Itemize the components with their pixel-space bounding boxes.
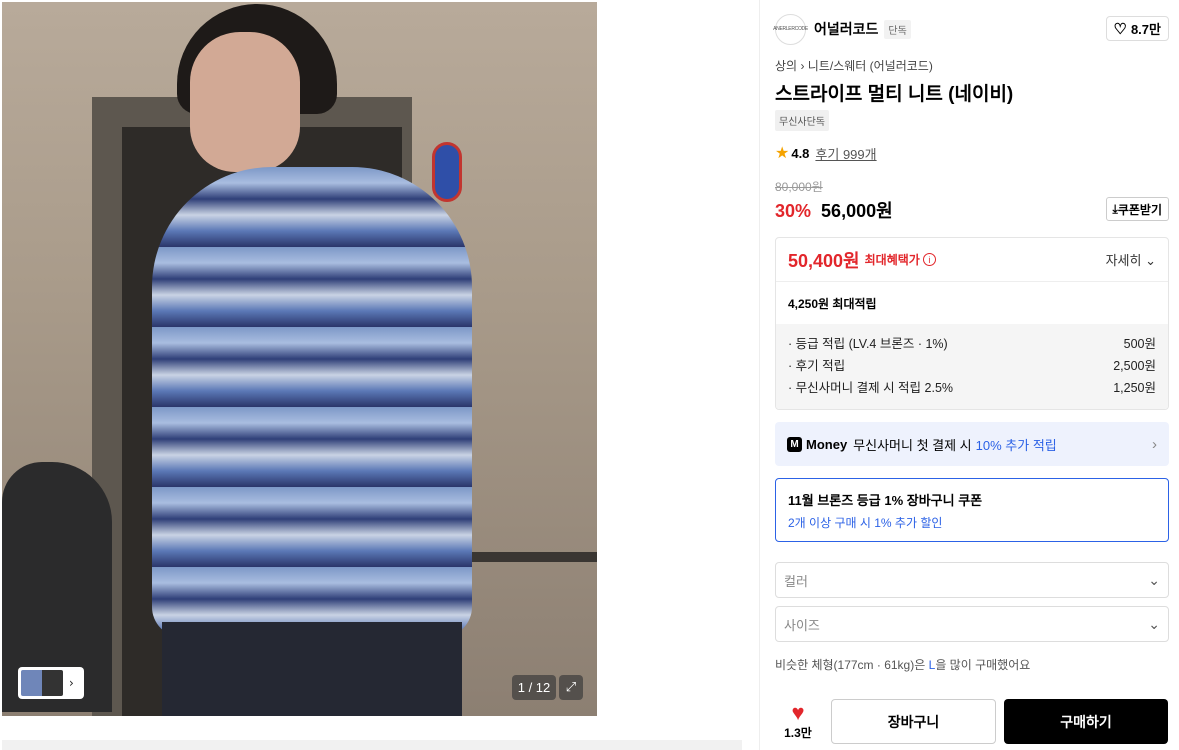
points-row-value: 1,250원: [1113, 381, 1156, 395]
cart-button[interactable]: 장바구니: [831, 699, 996, 744]
points-row-label: · 등급 적립 (LV.4 브론즈 · 1%): [788, 337, 948, 351]
money-promo-banner[interactable]: M Money 무신사머니 첫 결제 시 10% 추가 적립 ›: [775, 422, 1169, 466]
brand-like-button[interactable]: ♡ 8.7만: [1105, 16, 1169, 41]
breadcrumb: 상의 › 니트/스웨터 (어널러코드): [775, 57, 933, 74]
brand-row: ANERLERCODE 어널러코드 단독 ♡ 8.7만: [773, 13, 1169, 45]
divider: [759, 0, 760, 750]
chevron-down-icon: ⌄: [1148, 571, 1160, 588]
benefit-box: 50,400원 최대혜택가 i 자세히 ⌄ 4,250원 최대적립 · 등급 적…: [775, 237, 1169, 410]
color-select-label: 컬러: [784, 573, 808, 589]
color-select[interactable]: 컬러 ⌄: [775, 562, 1169, 598]
money-promo-text: 무신사머니 첫 결제 시: [853, 437, 972, 453]
points-row: · 무신사머니 결제 시 적립 2.5% 1,250원: [788, 377, 1156, 399]
money-logo-icon: M: [787, 436, 802, 452]
discount-rate: 30%: [775, 201, 812, 221]
size-select-label: 사이즈: [784, 617, 820, 633]
exclusive-tag: 무신사단독: [775, 110, 829, 131]
detail-toggle[interactable]: 자세히 ⌄: [1106, 250, 1156, 269]
product-image[interactable]: [2, 2, 597, 716]
sale-price: 56,000원: [821, 201, 893, 221]
points-row-label: · 무신사머니 결제 시 적립 2.5%: [788, 381, 954, 395]
image-counter: 1 / 12: [512, 675, 556, 700]
similar-body-pre: 비슷한 체형(177cm · 61kg)은: [775, 658, 926, 672]
points-breakdown: · 등급 적립 (LV.4 브론즈 · 1%) 500원 · 후기 적립 2,5…: [776, 324, 1168, 409]
points-row: · 등급 적립 (LV.4 브론즈 · 1%) 500원: [788, 333, 1156, 355]
breadcrumb-item-top[interactable]: 상의: [775, 59, 797, 73]
thumbnail-image[interactable]: [21, 670, 63, 696]
rating-score: 4.8: [791, 145, 810, 161]
similar-body-hint: 비슷한 체형(177cm · 61kg)은 L을 많이 구매했어요: [775, 656, 1030, 673]
brand-name[interactable]: 어널러코드: [814, 19, 878, 39]
points-row-label: · 후기 적립: [788, 359, 846, 373]
like-count: 1.3만: [784, 726, 812, 740]
product-title: 스트라이프 멀티 니트 (네이비): [775, 84, 1014, 105]
chevron-down-icon: ⌄: [1145, 253, 1156, 268]
original-price: 80,000원: [775, 180, 823, 194]
grade-coupon-sub: 2개 이상 구매 시 1% 추가 할인: [788, 516, 943, 530]
points-row: · 후기 적립 2,500원: [788, 355, 1156, 377]
star-icon: ★: [775, 145, 790, 162]
brand-logo[interactable]: ANERLERCODE: [773, 13, 808, 45]
heart-outline-icon: ♡: [1113, 20, 1127, 38]
points-total: 4,250원 최대적립: [788, 296, 877, 311]
breadcrumb-item-knit[interactable]: 니트/스웨터 (어널러코드): [808, 59, 933, 73]
heart-icon: ♥: [791, 700, 805, 725]
photo-street-sign: [432, 142, 462, 202]
exclusive-badge: 단독: [884, 19, 911, 39]
coupon-button-label: 쿠폰받기: [1117, 202, 1162, 217]
tab-bar-strip: [2, 740, 742, 750]
detail-toggle-label: 자세히: [1105, 253, 1142, 268]
chevron-right-icon: ›: [1152, 435, 1157, 453]
points-row-value: 500원: [1123, 337, 1156, 351]
info-icon[interactable]: i: [922, 253, 936, 266]
chevron-right-icon: ›: [800, 59, 808, 73]
price-row: 30% 56,000원: [775, 197, 893, 223]
action-bar: ♥ 1.3만 장바구니 구매하기: [775, 699, 1169, 744]
max-benefit-price: 50,400원: [788, 250, 860, 271]
coupon-button[interactable]: ⤓ 쿠폰받기: [1105, 197, 1169, 221]
model-face: [190, 32, 300, 172]
model-sweater: [152, 167, 472, 637]
brand-like-count: 8.7만: [1130, 22, 1161, 37]
grade-coupon-title: 11월 브론즈 등급 1% 장바구니 쿠폰: [788, 493, 983, 508]
rating-row: ★ 4.8 후기 999개: [775, 143, 877, 163]
max-benefit-label: 최대혜택가: [864, 253, 920, 267]
expand-icon[interactable]: ⤢: [559, 675, 583, 700]
thumbnail-strip[interactable]: ›: [18, 667, 84, 699]
buy-button[interactable]: 구매하기: [1004, 699, 1168, 744]
grade-coupon-box[interactable]: 11월 브론즈 등급 1% 장바구니 쿠폰 2개 이상 구매 시 1% 추가 할…: [775, 478, 1169, 542]
points-row-value: 2,500원: [1113, 359, 1156, 373]
chevron-down-icon: ⌄: [1148, 615, 1160, 632]
size-select[interactable]: 사이즈 ⌄: [775, 606, 1169, 642]
similar-body-post: 을 많이 구매했어요: [935, 658, 1031, 672]
like-button[interactable]: ♥ 1.3만: [775, 702, 821, 741]
chevron-right-icon[interactable]: ›: [69, 676, 74, 690]
review-link[interactable]: 후기 999개: [815, 144, 876, 163]
benefit-header: 50,400원 최대혜택가 i 자세히 ⌄: [776, 238, 1168, 282]
money-promo-highlight: 10% 추가 적립: [975, 437, 1057, 453]
money-brand: Money: [806, 436, 848, 452]
model-jeans: [162, 622, 462, 716]
